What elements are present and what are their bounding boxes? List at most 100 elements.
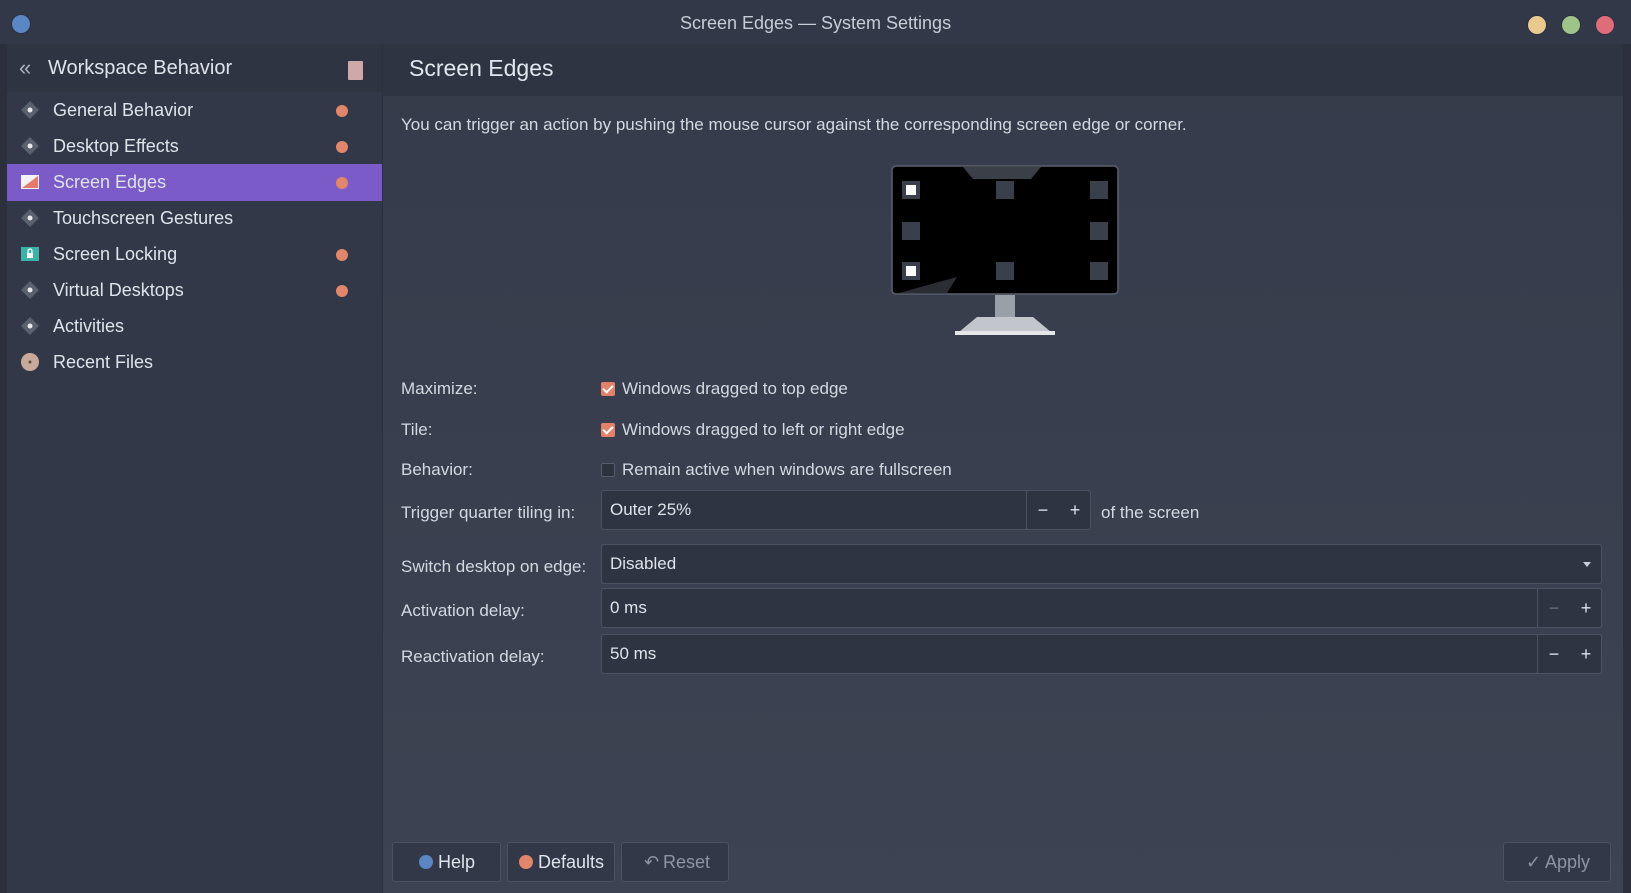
maximize-checkbox[interactable] xyxy=(601,382,615,396)
reactivation-delay-label: Reactivation delay: xyxy=(401,647,545,666)
page-description: You can trigger an action by pushing the… xyxy=(401,115,1187,134)
chevron-down-icon[interactable] xyxy=(1583,562,1591,567)
increment-button[interactable]: + xyxy=(1061,499,1089,521)
recent-files-icon xyxy=(21,353,39,371)
sidebar-item-virtual-desktops[interactable]: Virtual Desktops xyxy=(7,272,382,309)
help-button[interactable]: Help xyxy=(392,842,501,882)
modified-indicator xyxy=(336,177,348,189)
edge-active-indicator xyxy=(906,185,916,195)
defaults-button-label: Defaults xyxy=(538,852,605,872)
spin-buttons: − + xyxy=(1537,589,1601,627)
sidebar-title: Workspace Behavior xyxy=(48,57,233,79)
help-button-label: Help xyxy=(438,852,476,872)
activation-delay-spinbox[interactable]: 0 ms − + xyxy=(601,588,1602,628)
edge-active-indicator xyxy=(906,266,916,276)
screen-edges-icon xyxy=(21,175,39,189)
touchscreen-gestures-icon xyxy=(21,209,39,227)
edge-top[interactable] xyxy=(996,181,1014,199)
behavior-option-label[interactable]: Remain active when windows are fullscree… xyxy=(622,460,952,480)
tile-checkbox[interactable] xyxy=(601,423,615,437)
minimize-button[interactable] xyxy=(1527,15,1547,35)
activation-delay-value[interactable]: 0 ms xyxy=(610,598,647,618)
switch-desktop-label: Switch desktop on edge: xyxy=(401,557,587,576)
quarter-tiling-spinbox[interactable]: Outer 25% − + xyxy=(601,490,1091,530)
reactivation-delay-spinbox[interactable]: 50 ms − + xyxy=(601,634,1602,674)
quarter-tiling-value[interactable]: Outer 25% xyxy=(610,500,691,520)
modified-indicator xyxy=(336,249,348,261)
sidebar-item-activities[interactable]: Activities xyxy=(7,308,382,345)
monitor-glare xyxy=(963,167,1041,179)
apply-button-label: Apply xyxy=(1545,852,1591,872)
reset-button[interactable]: ↶ Reset xyxy=(621,842,729,882)
quarter-tiling-label: Trigger quarter tiling in: xyxy=(401,503,576,522)
sidebar-item-label: Virtual Desktops xyxy=(53,280,184,300)
sidebar-item-label: General Behavior xyxy=(53,100,194,120)
sidebar-item-desktop-effects[interactable]: Desktop Effects xyxy=(7,128,382,165)
switch-desktop-combobox[interactable]: Disabled xyxy=(601,544,1602,584)
decrement-button[interactable]: − xyxy=(1540,597,1568,619)
sidebar-item-label: Screen Locking xyxy=(53,244,178,264)
page-header: Screen Edges xyxy=(383,44,1623,96)
sidebar-item-recent-files[interactable]: Recent Files xyxy=(7,344,382,381)
edge-bottom-right[interactable] xyxy=(1090,262,1108,280)
sidebar: « Workspace Behavior General Behavior De… xyxy=(7,44,382,893)
main-panel: Screen Edges You can trigger an action b… xyxy=(383,44,1623,893)
screen-locking-icon xyxy=(21,247,39,261)
decrement-button[interactable]: − xyxy=(1029,499,1057,521)
sidebar-item-general-behavior[interactable]: General Behavior xyxy=(7,92,382,129)
modified-indicator xyxy=(336,141,348,153)
sidebar-item-label: Desktop Effects xyxy=(53,136,179,156)
back-icon[interactable]: « xyxy=(19,57,41,79)
sidebar-menu-icon[interactable] xyxy=(348,61,363,80)
reactivation-delay-value[interactable]: 50 ms xyxy=(610,644,656,664)
monitor-base xyxy=(959,317,1051,332)
monitor-preview xyxy=(891,165,1119,335)
desktop-effects-icon xyxy=(21,137,39,155)
increment-button[interactable]: + xyxy=(1572,643,1600,665)
tile-option-label[interactable]: Windows dragged to left or right edge xyxy=(622,420,905,440)
defaults-button[interactable]: Defaults xyxy=(507,842,615,882)
activities-icon xyxy=(21,317,39,335)
decrement-button[interactable]: − xyxy=(1540,643,1568,665)
close-button[interactable] xyxy=(1595,15,1615,35)
switch-desktop-value: Disabled xyxy=(610,554,677,573)
maximize-button[interactable] xyxy=(1561,15,1581,35)
reset-button-label: Reset xyxy=(663,852,711,872)
edge-right[interactable] xyxy=(1090,222,1108,240)
activation-delay-label: Activation delay: xyxy=(401,601,525,620)
edge-top-right[interactable] xyxy=(1090,181,1108,199)
sidebar-header: « Workspace Behavior xyxy=(7,44,382,92)
monitor-stand xyxy=(995,295,1015,319)
behavior-label: Behavior: xyxy=(401,460,473,479)
spin-buttons: − + xyxy=(1026,491,1090,529)
sidebar-item-screen-locking[interactable]: Screen Locking xyxy=(7,236,382,273)
general-behavior-icon xyxy=(21,101,39,119)
tile-label: Tile: xyxy=(401,420,433,439)
monitor-base xyxy=(955,331,1055,335)
page-title: Screen Edges xyxy=(409,55,554,81)
sidebar-item-label: Screen Edges xyxy=(53,172,167,192)
virtual-desktops-icon xyxy=(21,281,39,299)
sidebar-item-screen-edges[interactable]: Screen Edges xyxy=(7,164,382,201)
maximize-label: Maximize: xyxy=(401,379,478,398)
edge-bottom[interactable] xyxy=(996,262,1014,280)
defaults-icon xyxy=(519,855,533,869)
check-icon: ✓ xyxy=(1526,852,1542,872)
sidebar-item-label: Recent Files xyxy=(53,352,154,372)
sidebar-item-label: Activities xyxy=(53,316,125,336)
sidebar-item-label: Touchscreen Gestures xyxy=(53,208,234,228)
window-title: Screen Edges — System Settings xyxy=(679,13,952,33)
quarter-tiling-suffix: of the screen xyxy=(1101,503,1200,522)
increment-button[interactable]: + xyxy=(1572,597,1600,619)
sidebar-item-touchscreen-gestures[interactable]: Touchscreen Gestures xyxy=(7,200,382,237)
edge-left[interactable] xyxy=(902,222,920,240)
maximize-option-label[interactable]: Windows dragged to top edge xyxy=(622,379,848,399)
undo-icon: ↶ xyxy=(644,852,660,872)
behavior-checkbox[interactable] xyxy=(601,463,615,477)
modified-indicator xyxy=(336,285,348,297)
title-bar: Screen Edges — System Settings xyxy=(0,0,1631,44)
spin-buttons: − + xyxy=(1537,635,1601,673)
modified-indicator xyxy=(336,105,348,117)
help-icon xyxy=(419,855,433,869)
apply-button[interactable]: ✓ Apply xyxy=(1503,842,1611,882)
